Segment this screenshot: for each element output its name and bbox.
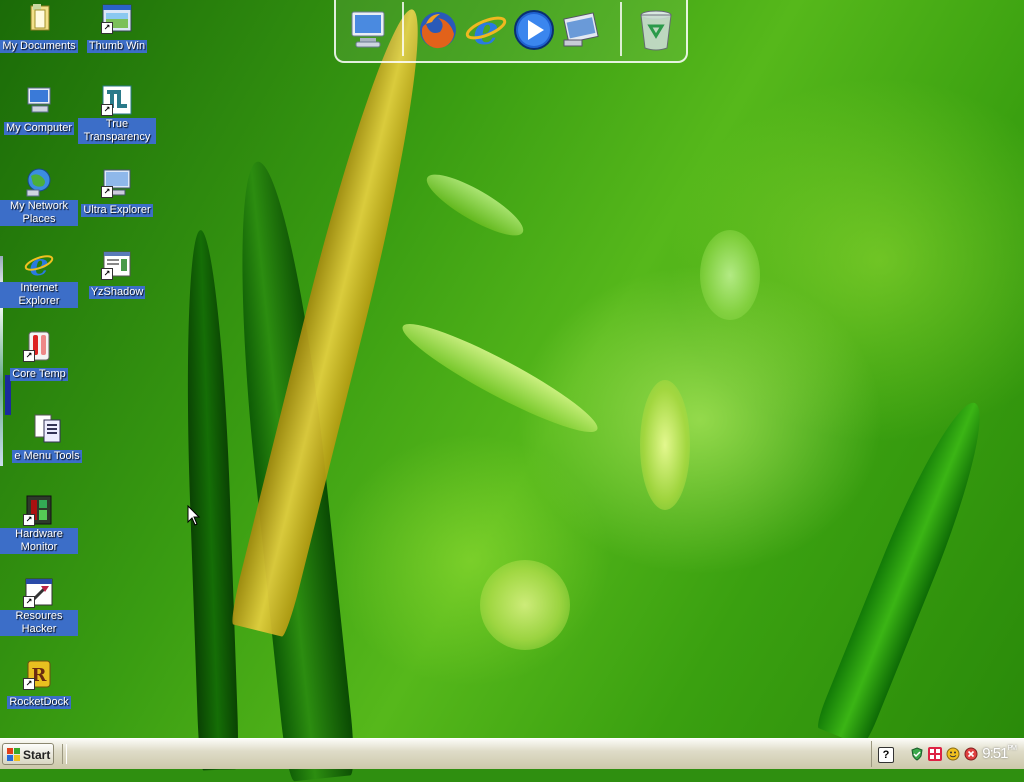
desktop-icon-label: My Documents	[0, 40, 78, 53]
desktop-icon-label: Resoures Hacker	[0, 610, 78, 636]
dock-item-recycle-bin[interactable]	[634, 6, 678, 52]
desktop-icon-yzshadow[interactable]: ↗ YzShadow	[78, 248, 156, 300]
dock-separator	[402, 2, 404, 56]
shortcut-arrow-icon: ↗	[101, 268, 113, 280]
recycle-bin-icon	[640, 10, 672, 51]
shortcut-arrow-icon: ↗	[23, 514, 35, 526]
desktop-icon-label: True Transparency	[78, 118, 156, 144]
desktop-icon-label: RocketDock	[7, 696, 71, 709]
grid-app-icon[interactable]	[928, 747, 942, 761]
tray-expand-grip[interactable]	[900, 747, 904, 761]
wallpaper-grass-blade	[394, 310, 606, 446]
desktop-icon-rocketdock[interactable]: R ↗ RocketDock	[0, 658, 78, 710]
shortcut-arrow-icon: ↗	[23, 350, 35, 362]
system-tray: ? 9:51PM	[871, 741, 1024, 767]
wallpaper-grass-blade	[814, 392, 1001, 748]
desktop-icon-label: YzShadow	[88, 286, 146, 299]
clock-time: 9:51	[982, 745, 1008, 762]
dock-separator	[620, 2, 622, 56]
shortcut-arrow-icon: ↗	[23, 678, 35, 690]
internet-explorer-icon: e	[465, 7, 507, 54]
desktop-icon-label: Thumb Win	[86, 40, 148, 53]
ultra-explorer-icon: ↗	[101, 166, 133, 198]
shortcut-arrow-icon: ↗	[101, 104, 113, 116]
dock-item-media-player[interactable]	[512, 6, 556, 52]
windows-logo-icon	[7, 748, 20, 761]
smiley-icon[interactable]	[946, 747, 960, 761]
rocketdock-bar: e	[334, 0, 688, 63]
tt-app-icon: ↗	[101, 84, 133, 116]
rocketdock-icon: R ↗	[23, 658, 55, 690]
shield-check-icon[interactable]	[910, 747, 924, 761]
desktop-icon-internet-explorer[interactable]: e Internet Explorer	[0, 248, 78, 309]
window-thumbnail-icon: ↗	[101, 2, 133, 34]
stop-x-icon[interactable]	[964, 747, 978, 761]
media-player-icon	[514, 10, 554, 50]
desktop-icon-label: My Network Places	[0, 200, 78, 226]
taskbar-clock[interactable]: 9:51PM	[982, 745, 1017, 762]
taskbar: Start ? 9:51PM	[0, 738, 1024, 769]
clock-ampm: PM	[1007, 745, 1017, 752]
desktop-icon-resoures-hacker[interactable]: ↗ Resoures Hacker	[0, 576, 78, 637]
desktop-icon-label: e Menu Tools	[12, 450, 82, 463]
dock-item-window-settings[interactable]	[558, 6, 602, 52]
shortcut-arrow-icon: ↗	[23, 596, 35, 608]
computer-icon	[23, 84, 55, 116]
desktop-icon-label: My Computer	[3, 122, 75, 135]
desktop-icon-my-computer[interactable]: My Computer	[0, 84, 78, 136]
svg-text:e: e	[473, 7, 498, 52]
help-glyph: ?	[882, 749, 890, 761]
folder-documents-icon	[23, 2, 55, 34]
menu-tools-icon	[31, 412, 63, 444]
desktop-icon-label: Internet Explorer	[0, 282, 78, 308]
wallpaper-light-spot	[700, 230, 760, 320]
monitor-icon	[351, 11, 385, 48]
network-globe-icon	[23, 166, 55, 198]
desktop-icon-core-temp[interactable]: ↗ Core Temp	[0, 330, 78, 382]
start-label: Start	[23, 748, 51, 762]
window-settings-icon	[563, 12, 599, 47]
dock-item-firefox[interactable]	[416, 6, 460, 52]
desktop-icon-thumb-win[interactable]: ↗ Thumb Win	[78, 2, 156, 54]
dock-item-my-computer[interactable]	[346, 6, 390, 52]
yzshadow-icon: ↗	[101, 248, 133, 280]
shortcut-arrow-icon: ↗	[101, 186, 113, 198]
shortcut-arrow-icon: ↗	[101, 22, 113, 34]
start-button[interactable]: Start	[2, 743, 54, 765]
wallpaper-light-spot	[480, 560, 570, 650]
desktop-icon-my-documents[interactable]: My Documents	[0, 2, 78, 54]
desktop-icon-hardware-monitor[interactable]: ↗ Hardware Monitor	[0, 494, 78, 555]
desktop-icon-label: Core Temp	[10, 368, 68, 381]
wallpaper-light-spot	[640, 380, 690, 510]
desktop-icon-true-transparency[interactable]: ↗ True Transparency	[78, 84, 156, 145]
wallpaper-grass-blade	[180, 229, 240, 771]
desktop-icon-label: Hardware Monitor	[0, 528, 78, 554]
dock-item-internet-explorer[interactable]: e	[464, 6, 508, 54]
svg-text:e: e	[29, 248, 48, 280]
taskbar-grip[interactable]	[62, 744, 67, 764]
internet-explorer-icon: e	[23, 248, 55, 283]
desktop-icon-menu-tools[interactable]: e Menu Tools	[8, 412, 86, 464]
resource-hacker-icon: ↗	[23, 576, 55, 608]
desktop-icon-my-network-places[interactable]: My Network Places	[0, 166, 78, 227]
desktop-icon-ultra-explorer[interactable]: ↗ Ultra Explorer	[78, 166, 156, 218]
firefox-icon	[420, 12, 456, 49]
thermometer-icon: ↗	[23, 330, 55, 362]
wallpaper-grass-blade	[419, 164, 531, 246]
hardware-monitor-icon: ↗	[23, 494, 55, 526]
desktop-icon-label: Ultra Explorer	[81, 204, 153, 217]
help-icon[interactable]: ?	[878, 747, 894, 763]
